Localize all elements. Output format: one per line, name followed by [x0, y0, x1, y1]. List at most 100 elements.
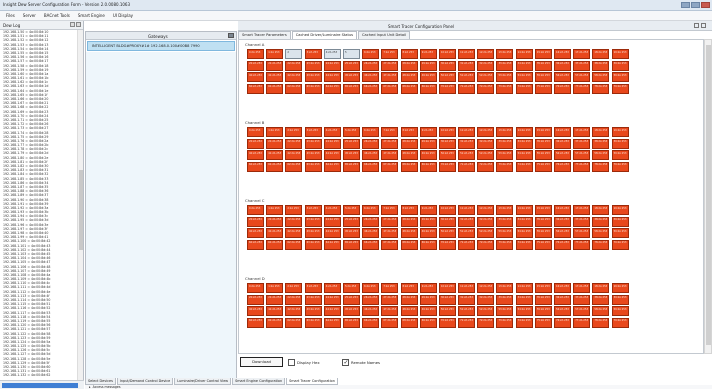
luminaire-cell[interactable]: 71:2A 253: [458, 317, 476, 328]
luminaire-cell[interactable]: 41:2A 253: [266, 72, 284, 82]
luminaire-cell[interactable]: 3:2A 253: [304, 283, 322, 293]
luminaire-cell[interactable]: 67:2A 253: [381, 161, 399, 172]
luminaire-cell[interactable]: 70:2A 253: [438, 239, 456, 250]
luminaire-cell[interactable]: 72:2A 253: [477, 317, 495, 328]
luminaire-cell[interactable]: 14:2A 253: [515, 49, 533, 59]
luminaire-cell[interactable]: 3:2A 253: [304, 49, 322, 59]
luminaire-cell[interactable]: 21:2A 253: [266, 60, 284, 71]
luminaire-cell[interactable]: 49:2A 253: [419, 228, 437, 238]
luminaire-cell[interactable]: 17:2A 253: [573, 49, 591, 59]
luminaire-cell[interactable]: 33:2A 253: [496, 216, 514, 227]
luminaire-cell[interactable]: 17:2A 253: [573, 127, 591, 137]
luminaire-cell[interactable]: 74:2A 253: [515, 239, 533, 250]
luminaire-cell[interactable]: 70:2A 253: [438, 317, 456, 328]
close-icon[interactable]: [701, 23, 706, 28]
luminaire-cell[interactable]: 14:2A 253: [515, 283, 533, 293]
luminaire-cell[interactable]: 4:2A 253: [323, 127, 341, 137]
luminaire-cell[interactable]: 14:2A 253: [515, 127, 533, 137]
luminaire-cell[interactable]: 76:2A 253: [554, 317, 571, 328]
luminaire-cell[interactable]: 77:2A 253: [573, 161, 591, 172]
scrollbar-thumb[interactable]: [79, 170, 83, 250]
luminaire-cell[interactable]: 42:2A 253: [285, 228, 303, 238]
luminaire-cell[interactable]: 56:2A 253: [554, 306, 571, 316]
bottom-tab[interactable]: Input/Demand Control Device: [116, 378, 174, 385]
luminaire-cell[interactable]: 16:2A 253: [554, 205, 571, 215]
luminaire-cell[interactable]: 51:2A 253: [458, 306, 476, 316]
luminaire-cell[interactable]: 46:2A 253: [362, 228, 380, 238]
luminaire-cell[interactable]: 31:2A 253: [458, 294, 476, 305]
luminaire-cell[interactable]: 64:2A 253: [323, 161, 341, 172]
luminaire-cell[interactable]: 70:2A 253: [438, 83, 456, 94]
luminaire-cell[interactable]: 37:2A 253: [573, 60, 591, 71]
luminaire-cell[interactable]: 30:2A 253: [438, 138, 456, 149]
luminaire-cell[interactable]: 12:2A 253: [477, 283, 495, 293]
luminaire-cell[interactable]: 53:2A 253: [496, 228, 514, 238]
luminaire-cell[interactable]: 27:2A 253: [381, 294, 399, 305]
luminaire-cell[interactable]: 9:2A 253: [419, 283, 437, 293]
luminaire-cell[interactable]: 18:2A 253: [592, 205, 610, 215]
luminaire-cell[interactable]: 33:2A 253: [496, 138, 514, 149]
luminaire-cell[interactable]: 59:2A 253: [611, 228, 629, 238]
luminaire-cell[interactable]: 27:2A 253: [381, 138, 399, 149]
luminaire-cell[interactable]: 71:2A 253: [458, 239, 476, 250]
luminaire-cell[interactable]: 36:2A 253: [554, 216, 571, 227]
bottom-tab[interactable]: Luminaire/Driver Control View: [174, 378, 232, 385]
luminaire-cell[interactable]: 74:2A 253: [515, 317, 533, 328]
luminaire-cell[interactable]: 10:2A 253: [438, 283, 456, 293]
luminaire-cell[interactable]: 66:2A 253: [362, 83, 380, 94]
luminaire-cell[interactable]: 62:2A 253: [285, 161, 303, 172]
luminaire-cell[interactable]: 25:2A 253: [342, 294, 360, 305]
close-icon[interactable]: [701, 2, 710, 8]
luminaire-cell[interactable]: 42:2A 253: [285, 150, 303, 160]
luminaire-cell[interactable]: 40:2A 253: [247, 150, 264, 160]
luminaire-cell[interactable]: 75:2A 253: [534, 161, 552, 172]
luminaire-cell[interactable]: 54:2A 253: [515, 72, 533, 82]
luminaire-cell[interactable]: 47:2A 253: [381, 306, 399, 316]
luminaire-cell[interactable]: 68:2A 253: [400, 239, 418, 250]
luminaire-cell[interactable]: 34:2A 253: [515, 60, 533, 71]
luminaire-cell[interactable]: 56:2A 253: [554, 72, 571, 82]
luminaire-cell[interactable]: 44:2A 253: [323, 306, 341, 316]
luminaire-cell[interactable]: 77:2A 253: [573, 239, 591, 250]
luminaire-cell[interactable]: 7:2A 253: [381, 127, 399, 137]
gateway-row[interactable]: INTELLIGENT BLDG#PROXY#1# 192.168.0.100#…: [87, 41, 235, 51]
luminaire-cell[interactable]: 24:2A 253: [323, 60, 341, 71]
luminaire-cell[interactable]: 50:2A 253: [438, 150, 456, 160]
luminaire-cell[interactable]: 79:2A 253: [611, 317, 629, 328]
luminaire-cell[interactable]: 0:2A 253: [247, 127, 264, 137]
luminaire-cell[interactable]: 68:2A 253: [400, 317, 418, 328]
luminaire-cell[interactable]: 65:2A 253: [342, 83, 360, 94]
luminaire-cell[interactable]: 47:2A 253: [381, 150, 399, 160]
luminaire-cell[interactable]: 59:2A 253: [611, 150, 629, 160]
luminaire-cell[interactable]: 4:2A 253: [323, 205, 341, 215]
monitor-icon[interactable]: [228, 33, 234, 38]
luminaire-cell[interactable]: 22:2A 253: [285, 138, 303, 149]
log-entry[interactable]: 192.168.1.132 = 4a:00:8d:62: [0, 373, 78, 377]
luminaire-cell[interactable]: 65:2A 253: [342, 239, 360, 250]
luminaire-cell[interactable]: 7:2A 253: [381, 205, 399, 215]
luminaire-cell[interactable]: 69:2A 253: [419, 317, 437, 328]
luminaire-cell[interactable]: 2:2A 253: [285, 205, 303, 215]
luminaire-cell[interactable]: 38:2A 253: [592, 138, 610, 149]
luminaire-cell[interactable]: 32:2A 253: [477, 294, 495, 305]
luminaire-cell[interactable]: 1:2A 253: [266, 49, 284, 59]
luminaire-cell[interactable]: 34:2A 253: [515, 138, 533, 149]
content-scrollbar[interactable]: [704, 39, 712, 354]
luminaire-cell[interactable]: 38:2A 253: [592, 216, 610, 227]
luminaire-cell[interactable]: 63:2A 253: [304, 317, 322, 328]
luminaire-cell[interactable]: 34:2A 253: [515, 216, 533, 227]
luminaire-cell[interactable]: 20:2A 253: [247, 60, 264, 71]
luminaire-cell[interactable]: 4:2A 253: [323, 283, 341, 293]
luminaire-cell[interactable]: 49:2A 253: [419, 72, 437, 82]
luminaire-cell[interactable]: 37:2A 253: [573, 294, 591, 305]
luminaire-cell[interactable]: 16:2A 253: [554, 127, 571, 137]
luminaire-cell[interactable]: 51:2A 253: [458, 228, 476, 238]
luminaire-cell[interactable]: 66:2A 253: [362, 161, 380, 172]
luminaire-cell[interactable]: 18:2A 253: [592, 49, 610, 59]
luminaire-cell[interactable]: 62:2A 253: [285, 83, 303, 94]
luminaire-cell[interactable]: 79:2A 253: [611, 239, 629, 250]
luminaire-cell[interactable]: 7:2A 253: [381, 49, 399, 59]
luminaire-cell[interactable]: 52:2A 253: [477, 72, 495, 82]
luminaire-cell[interactable]: 65:2A 253: [342, 317, 360, 328]
luminaire-cell[interactable]: 46:2A 253: [362, 150, 380, 160]
